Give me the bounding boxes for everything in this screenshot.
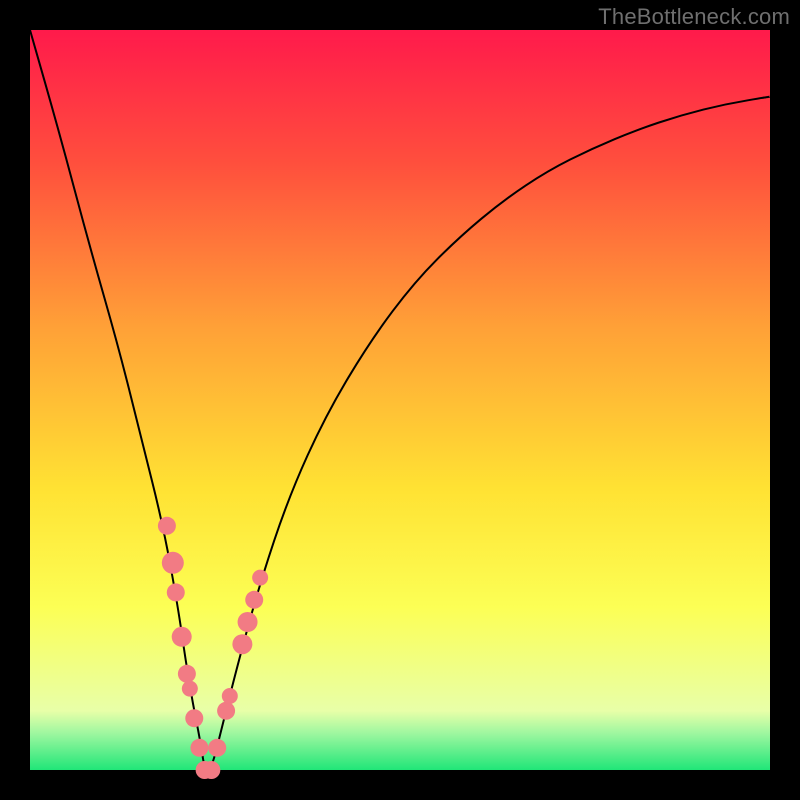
data-dot [217,702,235,720]
data-dot [222,688,238,704]
data-dot [182,681,198,697]
plot-area [30,30,770,770]
data-dot [167,583,185,601]
chart-frame: TheBottleneck.com [0,0,800,800]
data-dot [252,570,268,586]
data-dot [158,517,176,535]
bottleneck-curve [30,30,770,770]
data-dot [232,634,252,654]
data-dots [158,517,268,779]
curve-svg [30,30,770,770]
data-dot [202,761,220,779]
data-dot [238,612,258,632]
data-dot [185,709,203,727]
data-dot [162,552,184,574]
data-dot [190,739,208,757]
watermark-text: TheBottleneck.com [598,4,790,30]
data-dot [178,665,196,683]
data-dot [172,627,192,647]
data-dot [245,591,263,609]
data-dot [208,739,226,757]
